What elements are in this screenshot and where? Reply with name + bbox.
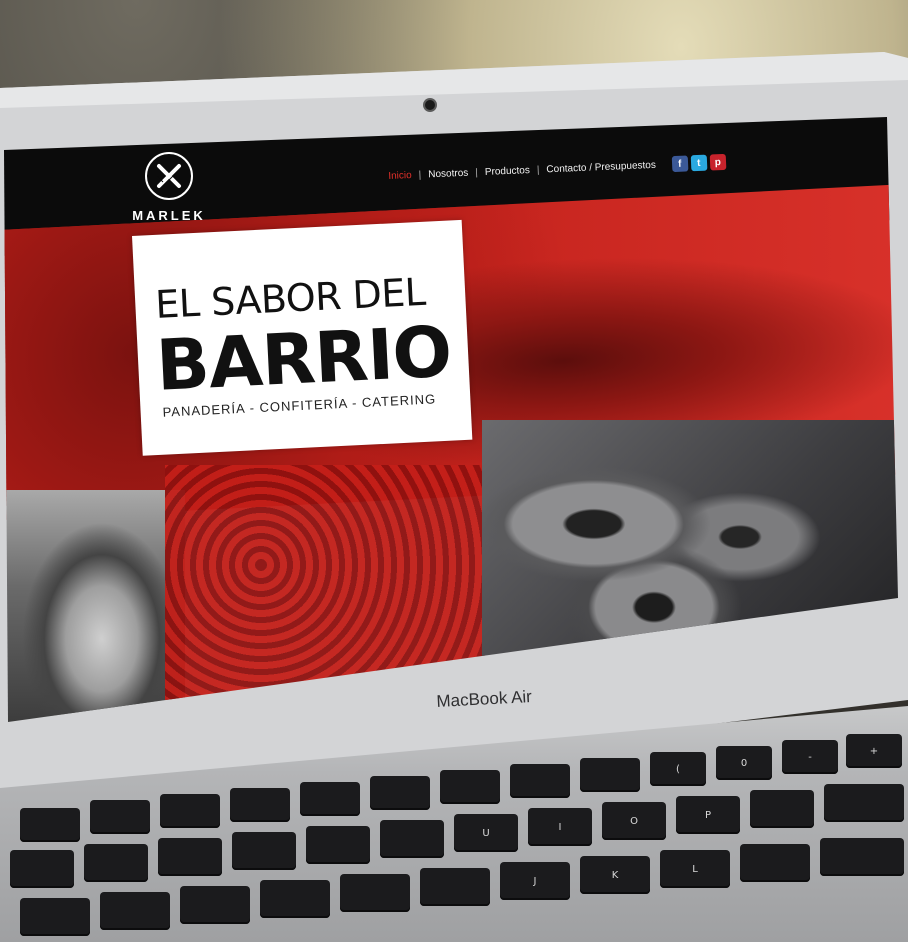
site-logo[interactable]: MARLEK: [128, 152, 210, 223]
keyboard-key: +: [846, 734, 902, 768]
keyboard-key: [260, 880, 330, 918]
social-links: f t p: [671, 153, 727, 173]
keyboard-key: [20, 898, 90, 936]
keyboard-key: L: [660, 850, 730, 888]
nav-separator: |: [475, 166, 479, 178]
keyboard-key: [370, 776, 430, 810]
keyboard-key: 0: [716, 746, 772, 780]
keyboard-key: [440, 770, 500, 804]
keyboard-key: [20, 808, 80, 842]
keyboard-key: [230, 788, 290, 822]
keyboard-key: P: [676, 796, 740, 834]
keyboard-key: [820, 838, 904, 876]
keyboard-key: (: [650, 752, 706, 786]
keyboard-key: [750, 790, 814, 828]
keyboard-key: [740, 844, 810, 882]
keyboard-key: [10, 850, 74, 888]
twitter-icon[interactable]: t: [690, 154, 708, 172]
pinterest-icon[interactable]: p: [709, 153, 727, 171]
nav-item-nosotros[interactable]: Nosotros: [428, 167, 468, 180]
keyboard-key: U: [454, 814, 518, 852]
keyboard-key: [300, 782, 360, 816]
nav-item-contacto[interactable]: Contacto / Presupuestos: [546, 159, 656, 175]
logo-text: MARLEK: [132, 208, 206, 223]
webcam: [425, 100, 435, 110]
keyboard-key: [232, 832, 296, 870]
facebook-icon[interactable]: f: [671, 155, 689, 173]
keyboard-key: [420, 868, 490, 906]
keyboard-key: [180, 886, 250, 924]
keyboard-key: J: [500, 862, 570, 900]
keyboard-key: O: [602, 802, 666, 840]
nav-separator: |: [536, 164, 540, 176]
keyboard-key: [160, 794, 220, 828]
nav-item-inicio[interactable]: Inicio: [388, 170, 412, 182]
keyboard-key: -: [782, 740, 838, 774]
muffin-photo: [4, 490, 185, 722]
keyboard-key: [340, 874, 410, 912]
keyboard-key: [510, 764, 570, 798]
keyboard-key: I: [528, 808, 592, 846]
keyboard-key: [580, 758, 640, 792]
keyboard-key: K: [580, 856, 650, 894]
keyboard-key: [90, 800, 150, 834]
keyboard-key: [306, 826, 370, 864]
nav-item-productos[interactable]: Productos: [485, 165, 530, 178]
hero-card: EL SABOR DEL BARRIO PANADERÍA - CONFITER…: [132, 219, 473, 456]
keyboard-key: [824, 784, 904, 822]
keyboard-key: [158, 838, 222, 876]
keyboard-key: [380, 820, 444, 858]
keyboard-key: [100, 892, 170, 930]
rolling-pin-icon: [145, 152, 193, 200]
keyboard-key: [84, 844, 148, 882]
nav-separator: |: [418, 169, 422, 181]
